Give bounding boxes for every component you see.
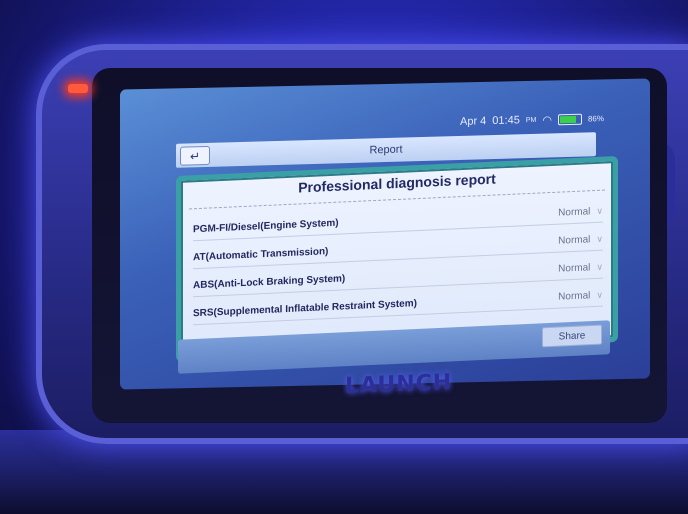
- system-name: AT(Automatic Transmission): [193, 245, 329, 263]
- battery-icon: [557, 113, 582, 125]
- chevron-down-icon: ∨: [596, 289, 603, 300]
- wifi-icon: ◠: [542, 113, 552, 127]
- share-button[interactable]: Share: [542, 324, 602, 348]
- status-time: 01:45: [492, 114, 520, 128]
- system-status[interactable]: Normal ∨: [558, 233, 603, 246]
- system-name: SRS(Supplemental Inflatable Restraint Sy…: [193, 297, 417, 319]
- system-status[interactable]: Normal ∨: [558, 205, 603, 218]
- status-value: Normal: [558, 289, 591, 303]
- chevron-down-icon: ∨: [596, 205, 603, 216]
- system-status[interactable]: Normal ∨: [558, 261, 603, 274]
- chevron-down-icon: ∨: [596, 261, 603, 272]
- system-name: PGM-FI/Diesel(Engine System): [193, 217, 339, 235]
- page-title: Report: [369, 143, 403, 157]
- back-button[interactable]: ↵: [180, 145, 210, 166]
- battery-percent: 86%: [587, 113, 604, 124]
- system-status[interactable]: Normal ∨: [558, 289, 603, 302]
- launch-logo: LAUNCH: [345, 370, 453, 399]
- status-value: Normal: [558, 205, 591, 219]
- back-arrow-icon: ↵: [189, 148, 201, 163]
- chevron-down-icon: ∨: [596, 233, 603, 244]
- system-name: ABS(Anti-Lock Braking System): [193, 272, 346, 291]
- status-date: Apr 4: [460, 115, 487, 128]
- status-value: Normal: [558, 261, 591, 275]
- power-led-indicator: [68, 84, 88, 93]
- status-ampm: PM: [525, 116, 537, 124]
- status-value: Normal: [558, 233, 591, 247]
